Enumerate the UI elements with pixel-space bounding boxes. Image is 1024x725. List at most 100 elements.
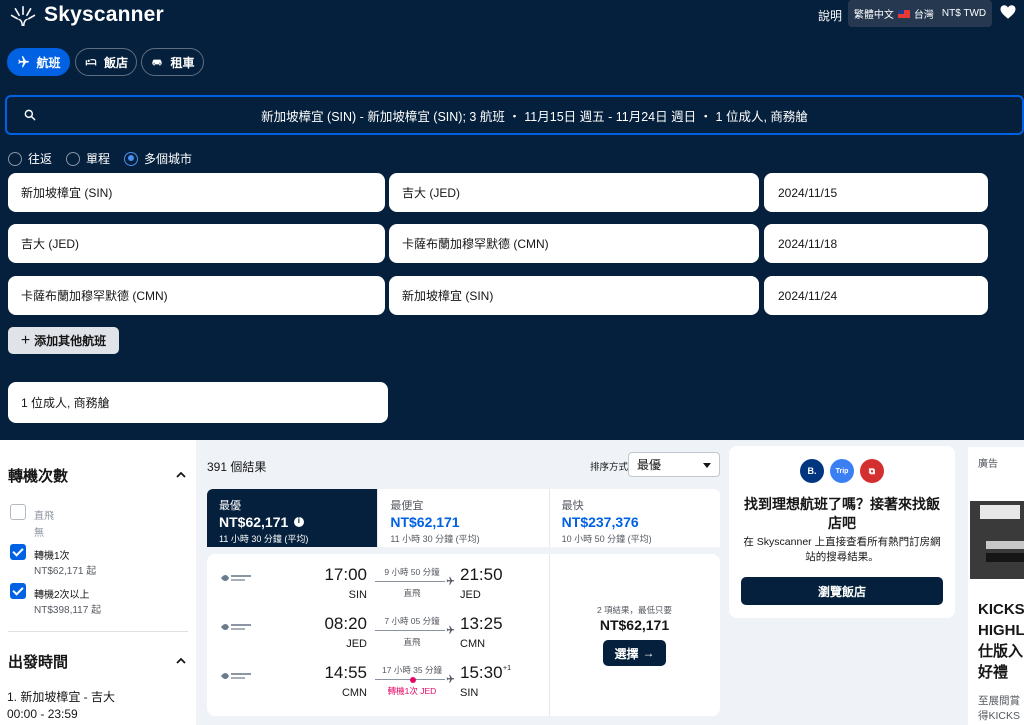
itinerary-card[interactable]: 17:00 SIN 9 小時 50 分鐘 直飛 21:50 JED 08:20 … xyxy=(207,554,720,716)
chevron-up-icon[interactable] xyxy=(176,470,186,480)
ad-headline-line: KICKS xyxy=(978,601,1024,618)
card-divider xyxy=(549,554,550,716)
tab-flights[interactable]: 航班 xyxy=(7,48,70,76)
leg-2-stops: 直飛 xyxy=(403,637,421,647)
two-plus-stops-checkbox[interactable] xyxy=(10,583,26,599)
ad-image-strip xyxy=(986,553,1024,562)
skyscanner-logo[interactable]: Skyscanner xyxy=(8,2,164,28)
leg-3-arrow-icon xyxy=(380,292,385,300)
radio-one-way[interactable]: 單程 xyxy=(66,150,110,167)
language-label: 繁體中文 xyxy=(853,10,894,21)
leg-2-arrival-code: CMN xyxy=(460,638,486,650)
departure-time-title: 出發時間 xyxy=(8,654,69,671)
ad-image-banner xyxy=(980,505,1020,519)
two-plus-stops-label: 轉機2次以上 xyxy=(34,590,90,601)
leg-3-date-field[interactable]: 2024/11/24 xyxy=(764,276,988,315)
leg-3-from-field[interactable]: 卡薩布蘭加穆罕默德 (CMN) xyxy=(8,276,385,315)
trip-logo-icon: Trip xyxy=(830,459,854,483)
departure-route-label: 1. 新加坡樟宜 - 吉大 xyxy=(7,690,116,704)
leg-1-arrival-code: JED xyxy=(460,589,481,601)
leg-2-to-field[interactable]: 卡薩布蘭加穆罕默德 (CMN) xyxy=(389,224,759,263)
tab-cheapest[interactable]: 最便宜 NT$62,171 11 小時 30 分鐘 (平均) xyxy=(377,489,549,547)
plane-icon xyxy=(446,576,455,585)
stop-dot xyxy=(410,676,416,683)
one-stop-label: 轉機1次 xyxy=(34,551,70,562)
radio-one-way-dot xyxy=(66,151,81,166)
one-stop-checkbox[interactable] xyxy=(10,544,26,560)
leg-3-stops: 轉機1次 JED xyxy=(387,686,437,696)
tab-hotels[interactable]: 飯店 xyxy=(75,48,137,76)
leg-2-arrow-icon xyxy=(380,240,385,248)
radio-multi-city-label: 多個城市 xyxy=(144,152,193,166)
select-button[interactable]: 選擇 → xyxy=(603,640,666,666)
leg-1-departure-time: 17:00 xyxy=(324,565,367,584)
ad-headline-line: 仕版入 xyxy=(978,643,1024,660)
tab-cheapest-price: NT$62,171 xyxy=(390,514,460,530)
day-offset-badge: +1 xyxy=(503,665,511,672)
direct-price: 無 xyxy=(34,528,44,539)
two-plus-stops-price: NT$398,117 起 xyxy=(34,605,102,616)
chevron-up-icon[interactable] xyxy=(176,656,186,666)
add-flight-button[interactable]: + 添加其他航班 xyxy=(8,327,119,354)
ad-label: 廣告 xyxy=(978,459,998,470)
filter-divider xyxy=(8,631,188,632)
leg-1-stops: 直飛 xyxy=(403,588,421,598)
itinerary-leg-2: 08:20 JED 7 小時 05 分鐘 直飛 13:25 CMN xyxy=(207,604,549,652)
tab-best-price-row: NT$62,171 xyxy=(219,514,365,530)
plus-icon: + xyxy=(20,331,31,349)
add-flight-label: 添加其他航班 xyxy=(34,334,107,348)
radio-return[interactable]: 往返 xyxy=(8,150,52,167)
itinerary-leg-3: 14:55 CMN 17 小時 35 分鐘 轉機1次 JED 15:30 +1 … xyxy=(207,653,549,701)
filters-sidebar: 轉機次數 直飛 無 轉機1次 NT$62,171 起 轉機2次以上 NT$398… xyxy=(0,440,196,725)
sort-label: 排序方式 xyxy=(590,462,629,473)
bed-icon xyxy=(85,59,97,66)
leg-1-to-field[interactable]: 吉大 (JED) xyxy=(389,173,759,212)
select-label: 選擇 xyxy=(614,646,639,661)
ad-body-line: 至展間賞 xyxy=(978,695,1020,707)
leg-1-date-field[interactable]: 2024/11/15 xyxy=(764,173,988,212)
locale-selector[interactable]: 繁體中文 台灣 NT$ TWD xyxy=(848,0,992,27)
radio-return-label: 往返 xyxy=(28,152,53,166)
one-stop-price: NT$62,171 起 xyxy=(34,566,97,577)
currency-label: NT$ TWD xyxy=(941,8,987,19)
radio-multi-city[interactable]: 多個城市 xyxy=(124,150,192,167)
booking-logo-icon: B. xyxy=(800,459,824,483)
help-link[interactable]: 說明 xyxy=(818,7,842,24)
hotels-logo-icon: ⧉ xyxy=(860,459,884,483)
saudia-airline-logo xyxy=(221,624,251,630)
heart-icon[interactable] xyxy=(999,3,1017,21)
results-count: 391 個結果 xyxy=(207,460,267,474)
tab-fastest-price: NT$237,376 xyxy=(561,514,639,530)
ad-body-line: 得KICKS xyxy=(978,710,1021,722)
advertisement[interactable]: 廣告 KICKS HIGHLI 仕版入 好禮 至展間賞 得KICKS xyxy=(968,447,1024,725)
leg-3-duration: 17 小時 35 分鐘 xyxy=(382,665,442,675)
tab-cheapest-duration: 11 小時 30 分鐘 (平均) xyxy=(390,534,480,544)
browse-hotels-button[interactable]: 瀏覽飯店 xyxy=(741,577,943,605)
region-label: 台灣 xyxy=(913,10,934,21)
arrow-right-icon: → xyxy=(642,646,655,660)
tab-hotels-label: 飯店 xyxy=(103,55,128,70)
info-icon[interactable] xyxy=(294,516,305,527)
tab-best-duration: 11 小時 30 分鐘 (平均) xyxy=(219,534,309,544)
leg-2-from-field[interactable]: 吉大 (JED) xyxy=(8,224,385,263)
taiwan-flag-icon xyxy=(897,9,910,18)
tab-cheapest-name: 最便宜 xyxy=(390,500,424,512)
car-icon xyxy=(152,59,163,66)
radio-one-way-label: 單程 xyxy=(86,152,111,166)
ad-image xyxy=(970,501,1024,579)
travellers-cabin-field[interactable]: 1 位成人, 商務艙 xyxy=(8,382,388,423)
sort-dropdown[interactable]: 最優 xyxy=(628,452,720,477)
leg-1-from-field[interactable]: 新加坡樟宜 (SIN) xyxy=(8,173,385,212)
tab-best[interactable]: 最優 NT$62,171 11 小時 30 分鐘 (平均) xyxy=(207,489,378,547)
leg-1-arrow-icon xyxy=(380,188,385,196)
saudia-airline-logo xyxy=(221,575,251,581)
ad-headline-line: 好禮 xyxy=(978,664,1009,681)
direct-checkbox[interactable] xyxy=(10,504,26,520)
search-summary-bar[interactable]: 新加坡樟宜 (SIN) - 新加坡樟宜 (SIN); 3 航班 ・ 11月15日… xyxy=(5,95,1024,135)
tab-best-price: NT$62,171 xyxy=(219,514,289,530)
tab-fastest[interactable]: 最快 NT$237,376 10 小時 50 分鐘 (平均) xyxy=(548,489,720,547)
tab-car-hire[interactable]: 租車 xyxy=(141,48,204,76)
trip-type-selector: 往返 單程 多個城市 xyxy=(8,150,192,167)
leg-2-date-field[interactable]: 2024/11/18 xyxy=(764,224,988,263)
leg-3-to-field[interactable]: 新加坡樟宜 (SIN) xyxy=(389,276,759,315)
